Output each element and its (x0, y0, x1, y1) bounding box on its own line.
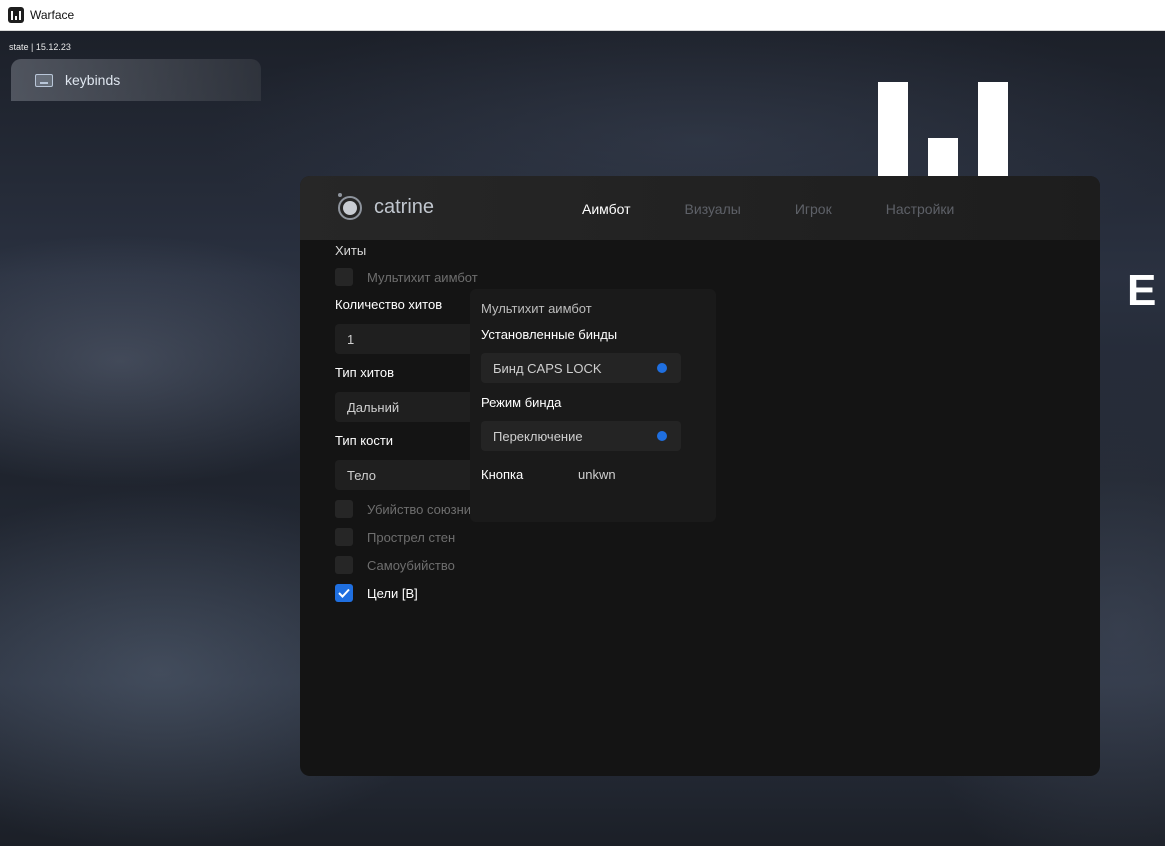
multihit-aimbot-row[interactable]: Мультихит аимбот (335, 268, 478, 286)
bind-select-value: Бинд CAPS LOCK (493, 360, 602, 376)
bind-mode-value: Переключение (493, 428, 583, 444)
suicide-label: Самоубийство (367, 557, 455, 573)
state-label: state | 15.12.23 (9, 42, 71, 52)
button-key-value[interactable]: unkwn (578, 467, 616, 482)
suicide-row[interactable]: Самоубийство (335, 556, 455, 574)
targets-row[interactable]: Цели [B] (335, 584, 418, 602)
bind-select[interactable]: Бинд CAPS LOCK (481, 353, 681, 383)
keyboard-icon (35, 73, 53, 87)
installed-binds-label: Установленные бинды (481, 327, 618, 342)
bind-mode-select[interactable]: Переключение (481, 421, 681, 451)
warface-logo (876, 82, 1010, 178)
popup-title: Мультихит аимбот (481, 301, 592, 316)
bone-type-label: Тип кости (335, 433, 394, 448)
tab-player[interactable]: Игрок (795, 201, 832, 217)
keybinds-tab[interactable]: keybinds (11, 59, 261, 101)
window-title: Warface (30, 8, 75, 22)
tab-visuals[interactable]: Визуалы (685, 201, 741, 217)
targets-label: Цели [B] (367, 585, 418, 601)
hit-count-label: Количество хитов (335, 297, 443, 312)
brand-name: catrine (374, 196, 435, 218)
hit-count-input[interactable]: 1 (335, 324, 475, 354)
background-logo-letter: E (1127, 266, 1157, 315)
tab-aimbot[interactable]: Аимбот (582, 201, 631, 217)
tab-settings[interactable]: Настройки (886, 201, 955, 217)
panel-header: catrine Аимбот Визуалы Игрок Настройки (300, 176, 1100, 240)
multihit-aimbot-checkbox[interactable] (335, 268, 353, 286)
warface-app-icon (8, 7, 24, 23)
hit-type-select[interactable]: Дальний (335, 392, 475, 422)
bind-mode-indicator-dot (657, 431, 667, 441)
multihit-aimbot-label: Мультихит аимбот (367, 269, 478, 285)
hits-header: Хиты (335, 243, 367, 258)
hit-type-label: Тип хитов (335, 365, 394, 380)
panel-tabs: Аимбот Визуалы Игрок Настройки (582, 201, 1008, 217)
suicide-checkbox[interactable] (335, 556, 353, 574)
keybinds-label: keybinds (65, 72, 121, 88)
bind-mode-label: Режим бинда (481, 395, 562, 410)
teamkill-label: Убийство союзни (367, 501, 472, 517)
bind-indicator-dot (657, 363, 667, 373)
teamkill-checkbox[interactable] (335, 500, 353, 518)
button-label: Кнопка (481, 467, 524, 482)
wallshot-label: Прострел стен (367, 529, 456, 545)
multihit-bind-popup: Мультихит аимбот Установленные бинды Бин… (470, 289, 716, 522)
targets-checkbox[interactable] (335, 584, 353, 602)
wallshot-row[interactable]: Прострел стен (335, 528, 455, 546)
teamkill-row[interactable]: Убийство союзни (335, 500, 471, 518)
window-titlebar: Warface (0, 0, 1165, 31)
bone-type-select[interactable]: Тело (335, 460, 475, 490)
catrine-logo-icon (338, 193, 362, 220)
checkmark-icon (338, 588, 350, 598)
wallshot-checkbox[interactable] (335, 528, 353, 546)
